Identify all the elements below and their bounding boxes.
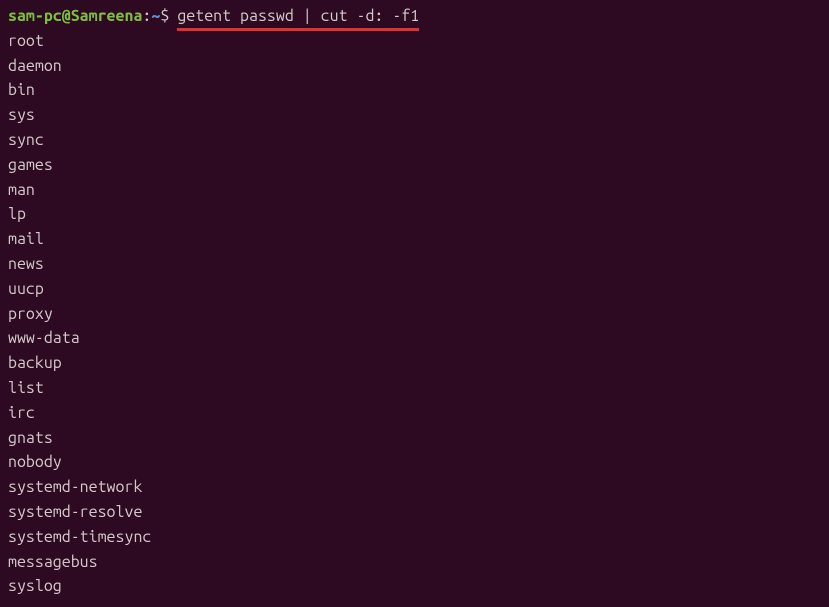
prompt-colon: : (142, 4, 151, 29)
output-line: bin (8, 78, 821, 103)
command-string: getent passwd | cut -d: -f1 (177, 7, 419, 25)
output-line: list (8, 376, 821, 401)
output-line: nobody (8, 450, 821, 475)
output-line: systemd-resolve (8, 500, 821, 525)
output-line: gnats (8, 426, 821, 451)
output-line: news (8, 252, 821, 277)
output-line: uucp (8, 277, 821, 302)
prompt-dollar: $ (160, 4, 169, 29)
output-line: proxy (8, 302, 821, 327)
command-prompt-line[interactable]: sam-pc@Samreena:~$ getent passwd | cut -… (8, 4, 821, 29)
output-line: lp (8, 202, 821, 227)
output-line: messagebus (8, 550, 821, 575)
output-line: mail (8, 227, 821, 252)
output-line: syslog (8, 574, 821, 599)
terminal-window[interactable]: sam-pc@Samreena:~$ getent passwd | cut -… (8, 4, 821, 603)
command-underline (177, 28, 419, 31)
output-line: backup (8, 351, 821, 376)
output-line: games (8, 153, 821, 178)
output-line: systemd-timesync (8, 525, 821, 550)
output-line: sync (8, 128, 821, 153)
output-line: sys (8, 103, 821, 128)
output-line: systemd-network (8, 475, 821, 500)
output-line: man (8, 178, 821, 203)
output-line: irc (8, 401, 821, 426)
command-text: getent passwd | cut -d: -f1 (177, 4, 419, 29)
output-line: daemon (8, 54, 821, 79)
output-line: www-data (8, 326, 821, 351)
output-line: root (8, 29, 821, 54)
prompt-user-host: sam-pc@Samreena (8, 4, 142, 29)
prompt-path: ~ (151, 4, 160, 29)
